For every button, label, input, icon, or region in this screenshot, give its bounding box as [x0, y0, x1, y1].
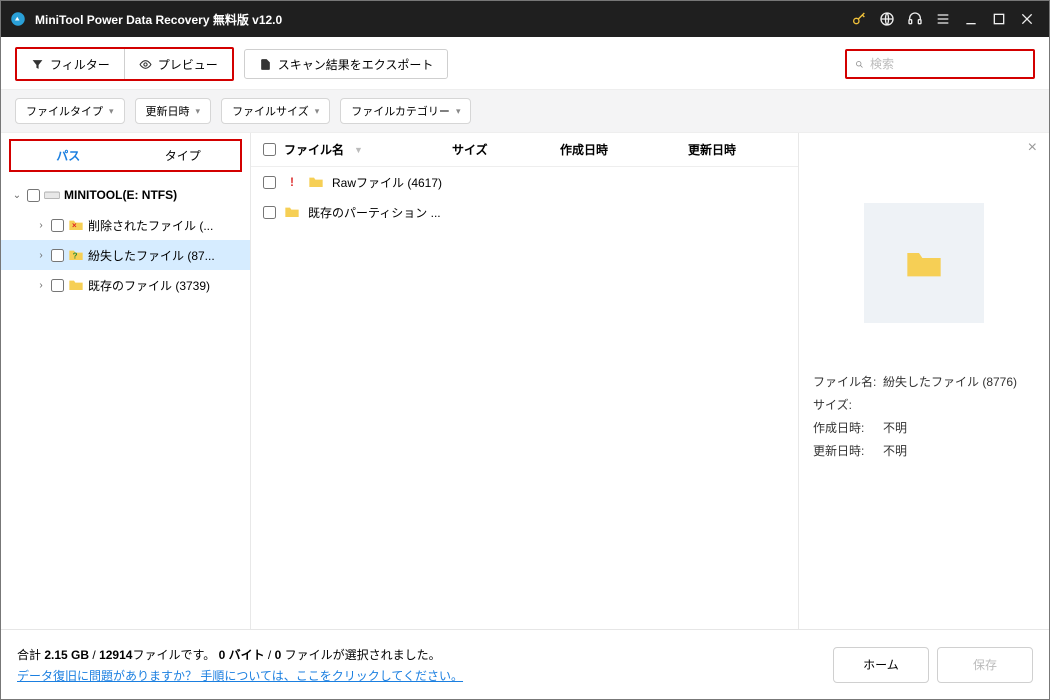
file-list-panel: ファイル名▼ サイズ 作成日時 更新日時 ! Rawファイル (4617) 既存…: [251, 133, 799, 629]
list-item[interactable]: 既存のパーティション ...: [251, 197, 798, 227]
meta-size-label: サイズ:: [813, 396, 883, 413]
preview-thumbnail: [864, 203, 984, 323]
list-item-label: 既存のパーティション ...: [308, 204, 441, 221]
folder-icon: [284, 204, 300, 220]
minimize-icon[interactable]: [957, 5, 985, 33]
chevron-down-icon: ▾: [315, 106, 320, 117]
save-button[interactable]: 保存: [937, 647, 1033, 683]
select-all-checkbox[interactable]: [263, 143, 276, 156]
filter-category[interactable]: ファイルカテゴリー▾: [340, 98, 471, 124]
col-created[interactable]: 作成日時: [560, 141, 680, 158]
col-name[interactable]: ファイル名▼: [284, 141, 444, 158]
footer: 合計 2.15 GB / 12914ファイルです。 0 バイト / 0 ファイル…: [1, 629, 1049, 699]
expand-icon[interactable]: ›: [35, 250, 47, 261]
filter-filesize[interactable]: ファイルサイズ▾: [221, 98, 330, 124]
tree-item[interactable]: › 既存のファイル (3739): [1, 270, 250, 300]
export-label: スキャン結果をエクスポート: [278, 56, 434, 73]
chevron-down-icon: ▾: [456, 106, 461, 117]
menu-icon[interactable]: [929, 5, 957, 33]
tree-item[interactable]: › ? 紛失したファイル (87...: [1, 240, 250, 270]
filter-filetype[interactable]: ファイルタイプ▾: [15, 98, 125, 124]
chevron-down-icon: ▾: [196, 106, 201, 117]
close-icon[interactable]: [1013, 5, 1041, 33]
column-header: ファイル名▼ サイズ 作成日時 更新日時: [251, 133, 798, 167]
meta-modified-label: 更新日時:: [813, 442, 883, 459]
tree-item-checkbox[interactable]: [51, 279, 64, 292]
sort-desc-icon: ▼: [354, 145, 363, 155]
export-icon: [259, 58, 272, 71]
help-link[interactable]: データ復旧に問題がありますか？ 手順については、ここをクリックしてください。: [17, 667, 463, 684]
filter-button[interactable]: フィルター: [17, 49, 125, 79]
home-button[interactable]: ホーム: [833, 647, 929, 683]
file-list: ! Rawファイル (4617) 既存のパーティション ...: [251, 167, 798, 227]
maximize-icon[interactable]: [985, 5, 1013, 33]
preview-label: プレビュー: [158, 56, 218, 73]
titlebar: MiniTool Power Data Recovery 無料版 v12.0: [1, 1, 1049, 37]
meta-filename-label: ファイル名:: [813, 373, 883, 390]
meta-filename: 紛失したファイル (8776): [883, 373, 1017, 390]
search-icon: [855, 58, 864, 71]
tree-item-label: 削除されたファイル (...: [88, 217, 213, 234]
tab-path[interactable]: パス: [11, 141, 126, 170]
app-logo-icon: [9, 10, 27, 28]
sidebar: パス タイプ ⌄ MINITOOL(E: NTFS) › × 削除されたファイル…: [1, 133, 251, 629]
tree-item-label: 紛失したファイル (87...: [88, 247, 215, 264]
svg-text:?: ?: [73, 252, 78, 261]
tree-root-checkbox[interactable]: [27, 189, 40, 202]
meta-created: 不明: [883, 419, 907, 436]
filter-preview-group: フィルター プレビュー: [15, 47, 234, 81]
license-key-icon[interactable]: [845, 5, 873, 33]
eye-icon: [139, 58, 152, 71]
col-size[interactable]: サイズ: [452, 141, 552, 158]
filter-modified[interactable]: 更新日時▾: [135, 98, 212, 124]
tree: ⌄ MINITOOL(E: NTFS) › × 削除されたファイル (... ›…: [1, 176, 250, 304]
deleted-folder-icon: ×: [68, 217, 84, 233]
search-input[interactable]: [870, 57, 1025, 71]
filter-bar: ファイルタイプ▾ 更新日時▾ ファイルサイズ▾ ファイルカテゴリー▾: [1, 89, 1049, 133]
expand-icon[interactable]: ›: [35, 220, 47, 231]
disk-icon: [44, 187, 60, 203]
footer-summary: 合計 2.15 GB / 12914ファイルです。 0 バイト / 0 ファイル…: [17, 646, 463, 663]
globe-icon[interactable]: [873, 5, 901, 33]
list-item-label: Rawファイル (4617): [332, 174, 442, 191]
folder-icon: [68, 277, 84, 293]
support-headset-icon[interactable]: [901, 5, 929, 33]
tree-item-checkbox[interactable]: [51, 219, 64, 232]
tab-type[interactable]: タイプ: [126, 141, 241, 170]
warning-icon: !: [284, 174, 300, 190]
filter-label: フィルター: [50, 56, 110, 73]
toolbar: フィルター プレビュー スキャン結果をエクスポート: [1, 37, 1049, 89]
close-preview-icon[interactable]: ×: [1028, 139, 1037, 157]
list-item-checkbox[interactable]: [263, 206, 276, 219]
app-title: MiniTool Power Data Recovery 無料版 v12.0: [35, 11, 282, 28]
tree-item-label: 既存のファイル (3739): [88, 277, 210, 294]
collapse-icon[interactable]: ⌄: [11, 190, 23, 201]
list-item[interactable]: ! Rawファイル (4617): [251, 167, 798, 197]
expand-icon[interactable]: ›: [35, 280, 47, 291]
lost-folder-icon: ?: [68, 247, 84, 263]
chevron-down-icon: ▾: [109, 106, 114, 117]
tree-item-checkbox[interactable]: [51, 249, 64, 262]
tree-item[interactable]: › × 削除されたファイル (...: [1, 210, 250, 240]
meta-modified: 不明: [883, 442, 907, 459]
search-box[interactable]: [845, 49, 1035, 79]
folder-icon: [904, 246, 944, 280]
tab-group: パス タイプ: [9, 139, 242, 172]
meta-created-label: 作成日時:: [813, 419, 883, 436]
list-item-checkbox[interactable]: [263, 176, 276, 189]
funnel-icon: [31, 58, 44, 71]
col-modified[interactable]: 更新日時: [688, 141, 788, 158]
export-button[interactable]: スキャン結果をエクスポート: [244, 49, 449, 79]
tree-root[interactable]: ⌄ MINITOOL(E: NTFS): [1, 180, 250, 210]
tree-root-label: MINITOOL(E: NTFS): [64, 188, 177, 202]
svg-text:×: ×: [72, 221, 77, 230]
folder-icon: [308, 174, 324, 190]
preview-button[interactable]: プレビュー: [125, 49, 232, 79]
preview-panel: × ファイル名:紛失したファイル (8776) サイズ: 作成日時:不明 更新日…: [799, 133, 1049, 629]
